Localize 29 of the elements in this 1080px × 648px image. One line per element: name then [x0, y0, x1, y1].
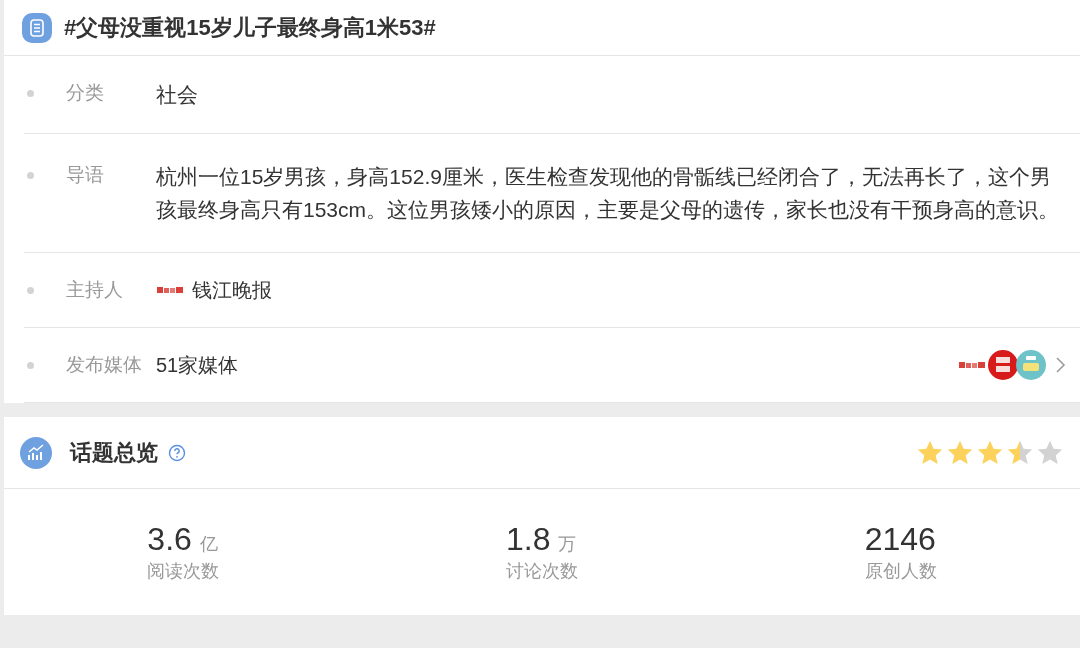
field-label: 发布媒体	[66, 353, 143, 377]
newspaper-badge-icon	[988, 350, 1018, 380]
section-title: 话题总览	[70, 439, 158, 467]
media-count: 51家媒体	[156, 353, 240, 378]
bullet-icon	[26, 286, 34, 294]
bullet-icon	[26, 171, 34, 179]
stat-unit: 万	[558, 532, 577, 556]
field-label: 导语	[66, 163, 105, 187]
stat-label: 阅读次数	[147, 559, 220, 583]
topic-title: #父母没重视15岁儿子最终身高1米53#	[64, 14, 436, 42]
stat-label: 原创人数	[864, 559, 937, 583]
field-label: 主持人	[66, 278, 124, 302]
host-name[interactable]: 钱江晚报	[192, 275, 272, 305]
stat-value: 3.6	[147, 519, 192, 558]
list-icon	[22, 12, 52, 43]
field-label: 分类	[66, 81, 105, 105]
stat-value: 2146	[864, 519, 936, 558]
field-value: 杭州一位15岁男孩，身高152.9厘米，医生检查发现他的骨骺线已经闭合了，无法再长了，这个男孩最终身高只有153cm。这位男孩矮小的原因，主要是父母的遗传，家长也没有干预身高的意识。	[156, 164, 1061, 223]
bullet-icon	[26, 361, 34, 369]
bullet-icon	[26, 89, 34, 97]
stat-unit: 亿	[199, 532, 218, 556]
chart-icon	[20, 436, 52, 469]
help-icon[interactable]	[168, 443, 186, 462]
field-value: 社会	[156, 82, 199, 108]
stat-value: 1.8	[506, 519, 551, 558]
newspaper-logo-icon	[958, 360, 986, 370]
newspaper-logo-icon	[156, 285, 184, 295]
stat-label: 讨论次数	[506, 559, 578, 583]
tv-badge-icon	[1016, 350, 1046, 380]
